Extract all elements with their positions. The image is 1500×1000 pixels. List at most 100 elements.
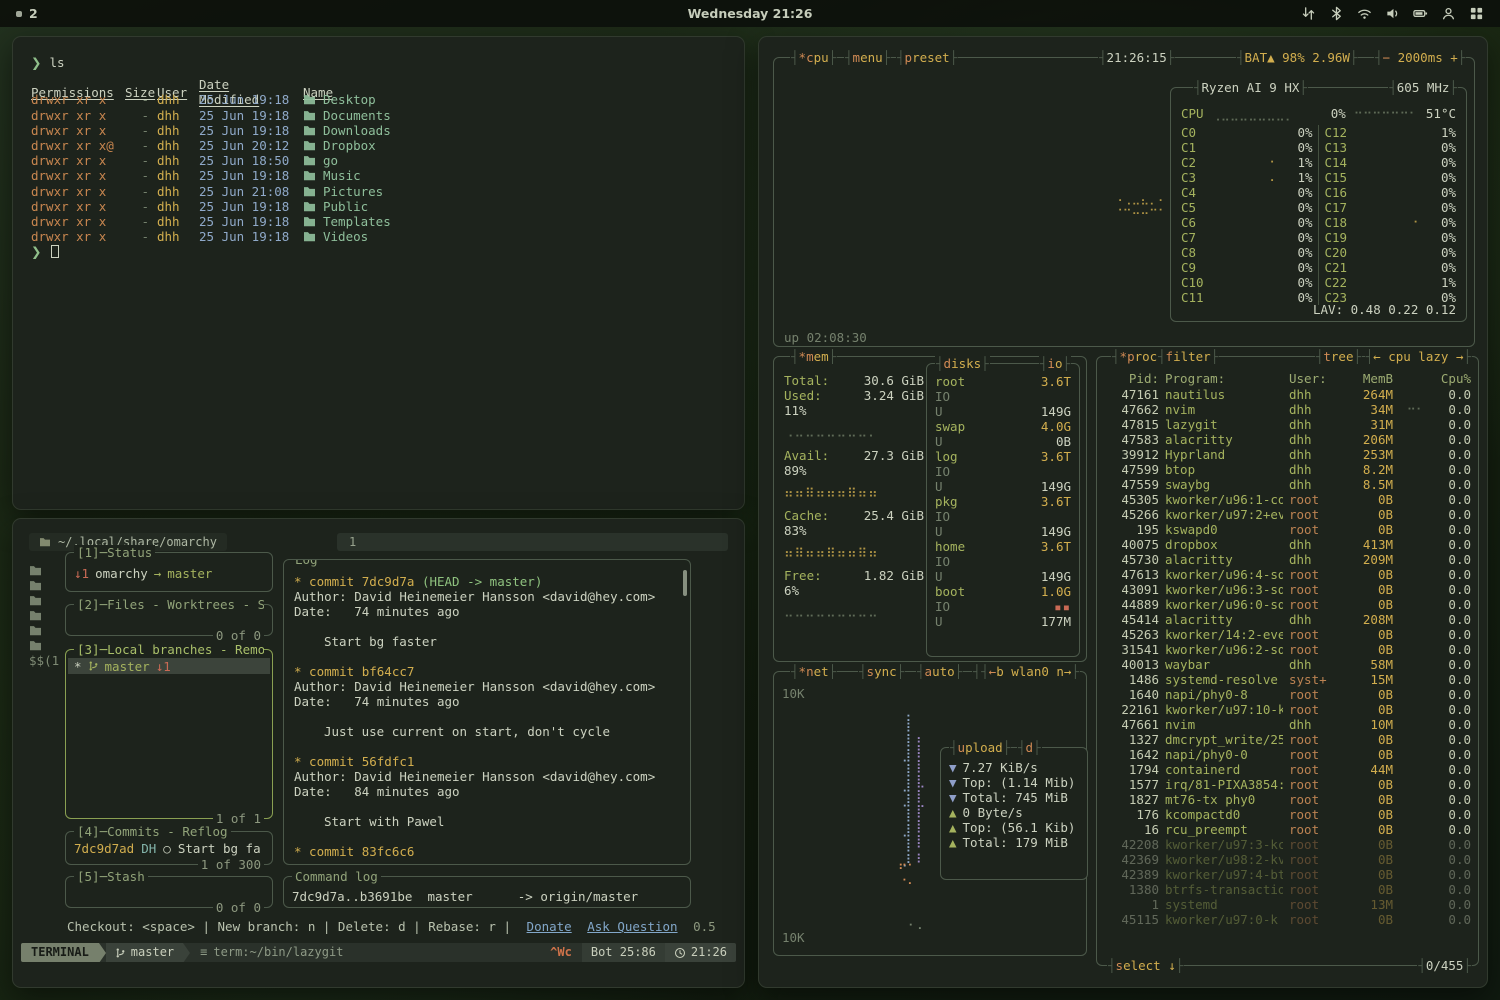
- status-panel[interactable]: [1]─Status ↓1 omarchy → master: [65, 552, 273, 592]
- process-row[interactable]: 45305 kworker/u96:1-co root 0B 0.0: [1097, 492, 1478, 507]
- process-row[interactable]: 1794 containerd root 44M 0.0: [1097, 762, 1478, 777]
- disks-title[interactable]: ┤disks├: [935, 356, 990, 371]
- process-row[interactable]: 22161 kworker/u97:10-k root 0B 0.0: [1097, 702, 1478, 717]
- file-name-cell: Downloads: [303, 123, 730, 138]
- sort-selector[interactable]: ┤← cpu lazy →├: [1365, 349, 1472, 364]
- process-row[interactable]: 45115 kworker/u97:0-k root 0B 0.0: [1097, 912, 1478, 927]
- net-panel-title[interactable]: ┤*net├: [790, 664, 837, 679]
- process-row[interactable]: 45414 alacritty dhh 208M 0.0: [1097, 612, 1478, 627]
- terminal-ls-window[interactable]: ❯ls Permissions Size User Date Modified …: [12, 36, 745, 510]
- process-row[interactable]: 45263 kworker/14:2-eve root 0B 0.0: [1097, 627, 1478, 642]
- wifi-icon[interactable]: [1357, 6, 1372, 21]
- process-user: root: [1289, 567, 1341, 582]
- process-row[interactable]: 1486 systemd-resolve syst+ 15M 0.0: [1097, 672, 1478, 687]
- process-row[interactable]: 1380 btrfs-transactio root 0B 0.0: [1097, 882, 1478, 897]
- select-hint[interactable]: ┤select ↓├: [1107, 958, 1184, 973]
- process-row[interactable]: 47559 swaybg dhh 8.5M 0.0: [1097, 477, 1478, 492]
- update-interval-control[interactable]: ┤− 2000ms +├: [1374, 50, 1466, 65]
- command-log-panel[interactable]: Command log 7dc9d7a..b3691be master -> o…: [283, 876, 691, 908]
- stash-panel[interactable]: [5]─Stash 0 of 0: [65, 876, 273, 908]
- process-row[interactable]: 44889 kworker/u96:0-sd root 0B 0.0: [1097, 597, 1478, 612]
- file-row: drwxr xr x - dhh 25 Jun 19:18 Documents: [31, 108, 730, 123]
- file-tree-sidebar[interactable]: $$(1: [29, 563, 63, 668]
- process-row[interactable]: 176 kcompactd0 root 0B 0.0: [1097, 807, 1478, 822]
- process-header-row: Pid: Program: User: MemB Cpu%: [1097, 371, 1478, 386]
- tab-1[interactable]: 1: [349, 535, 356, 550]
- ask-question-link[interactable]: Ask Question: [587, 919, 677, 934]
- process-row[interactable]: 45730 alacritty dhh 209M 0.0: [1097, 552, 1478, 567]
- process-pid: 43091: [1107, 582, 1159, 597]
- net-interface-selector[interactable]: ┤←b wlan0 n→├: [980, 664, 1080, 679]
- lazygit-window[interactable]: ~/.local/share/omarchy 1 $$(1 [1]─Status…: [12, 518, 745, 988]
- core-label: C1: [1181, 140, 1211, 155]
- net-upload-graph: ⡄ ⡇ ⡇ ⣇ ⡇ ⡏ ⡇ ⡇ ⡆: [916, 728, 925, 863]
- battery-icon[interactable]: [1413, 6, 1428, 21]
- process-row[interactable]: 1327 dmcrypt_write/25 root 0B 0.0: [1097, 732, 1478, 747]
- branches-panel[interactable]: [3]─Local branches - Remo * master ↓1 1 …: [65, 649, 273, 819]
- cpu-panel-title[interactable]: ┤*cpu├: [790, 50, 837, 65]
- core-percent: 0%: [1279, 230, 1313, 245]
- process-pid: 1827: [1107, 792, 1159, 807]
- log-panel[interactable]: Log * commit 7dc9d7a (HEAD -> master) Au…: [283, 559, 691, 865]
- process-row[interactable]: 1827 mt76-tx phy0 root 0B 0.0: [1097, 792, 1478, 807]
- process-row[interactable]: 40013 waybar dhh 58M 0.0: [1097, 657, 1478, 672]
- process-row[interactable]: 40075 dropbox dhh 413M 0.0: [1097, 537, 1478, 552]
- files-panel[interactable]: [2]─Files - Worktrees - S 0 of 0: [65, 604, 273, 636]
- process-row[interactable]: 42369 kworker/u98:2-kv root 0B 0.0: [1097, 852, 1478, 867]
- net-auto-toggle[interactable]: ┤auto├: [916, 664, 963, 679]
- net-sync-toggle[interactable]: ┤sync├: [858, 664, 905, 679]
- process-row[interactable]: 47613 kworker/u96:4-sd root 0B 0.0: [1097, 567, 1478, 582]
- process-row[interactable]: 47815 lazygit dhh 31M 0.0: [1097, 417, 1478, 432]
- process-row[interactable]: 47161 nautilus dhh 264M 0.0: [1097, 387, 1478, 402]
- process-row[interactable]: 1 systemd root 13M 0.0: [1097, 897, 1478, 912]
- menu-button[interactable]: ┤menu├: [844, 50, 891, 65]
- filter-button[interactable]: ┤filter├: [1157, 349, 1219, 364]
- commit-header-line: * commit bf64cc7: [284, 664, 690, 679]
- core-label: C7: [1181, 230, 1211, 245]
- direction-arrow: ▲: [949, 805, 957, 820]
- process-row[interactable]: 195 kswapd0 root 0B 0.0: [1097, 522, 1478, 537]
- col-cpu: Cpu%: [1431, 371, 1471, 386]
- process-row[interactable]: 1640 napi/phy0-8 root 0B 0.0: [1097, 687, 1478, 702]
- commit-date-line: Date: 74 minutes ago: [284, 604, 690, 619]
- volume-icon[interactable]: [1385, 6, 1400, 21]
- log-scrollbar[interactable]: [683, 570, 687, 596]
- bluetooth-icon[interactable]: [1329, 6, 1344, 21]
- account-icon[interactable]: [1441, 6, 1456, 21]
- core-percent: 0%: [1422, 155, 1456, 170]
- process-row[interactable]: 47662 nvim dhh 34M ⠒⠂ 0.0: [1097, 402, 1478, 417]
- process-row[interactable]: 45266 kworker/u97:2+ev root 0B 0.0: [1097, 507, 1478, 522]
- tab-strip[interactable]: 1: [337, 533, 728, 551]
- process-row[interactable]: 16 rcu_preempt root 0B 0.0: [1097, 822, 1478, 837]
- process-row[interactable]: 31541 kworker/u96:2-sd root 0B 0.0: [1097, 642, 1478, 657]
- process-row[interactable]: 47661 nvim dhh 10M 0.0: [1097, 717, 1478, 732]
- apps-grid-icon[interactable]: [1469, 6, 1484, 21]
- selected-branch-row[interactable]: * master ↓1: [68, 658, 270, 674]
- process-row[interactable]: 1577 irq/81-PIXA3854: root 0B 0.0: [1097, 777, 1478, 792]
- workspace-indicator[interactable]: 2: [16, 6, 38, 21]
- file-date: 25 Jun 20:12: [199, 138, 295, 153]
- preset-button[interactable]: ┤preset├: [896, 50, 958, 65]
- donate-link[interactable]: Donate: [527, 919, 572, 934]
- process-row[interactable]: 43091 kworker/u96:3-sd root 0B 0.0: [1097, 582, 1478, 597]
- disk-line-label: root: [935, 374, 965, 389]
- mem-panel-title[interactable]: ┤*mem├: [790, 349, 837, 364]
- commits-panel[interactable]: [4]─Commits - Reflog 7dc9d7ad DH ○ Start…: [65, 831, 273, 865]
- process-row[interactable]: 47583 alacritty dhh 206M 0.0: [1097, 432, 1478, 447]
- cpu-total-row: CPU ⢀⣀⣀⣀⣀⣀⣀⣀⡀ 0% ⠒⠒⠒⠒⠒⠒⠂ 51°C: [1181, 106, 1456, 121]
- process-row[interactable]: 1642 napi/phy0-0 root 0B 0.0: [1097, 747, 1478, 762]
- process-user: dhh: [1289, 477, 1341, 492]
- file-owner: dhh: [157, 199, 191, 214]
- updates-icon[interactable]: [1301, 6, 1316, 21]
- tree-toggle[interactable]: ┤tree├: [1315, 349, 1362, 364]
- direction-arrow: ▲: [949, 820, 957, 835]
- process-row[interactable]: 42389 kworker/u97:4-bt root 0B 0.0: [1097, 867, 1478, 882]
- disk-line-label: IO: [935, 554, 950, 569]
- btop-window[interactable]: ┤*cpu├ ┤menu├ ┤preset├ ┤21:26:15├ ┤BAT▲ …: [758, 36, 1488, 988]
- process-cpu: 0.0: [1431, 912, 1471, 927]
- detail-key[interactable]: ┤d├: [1017, 740, 1042, 755]
- io-toggle[interactable]: ┤io├: [1039, 356, 1071, 371]
- process-row[interactable]: 39912 Hyprland dhh 253M 0.0: [1097, 447, 1478, 462]
- process-row[interactable]: 42208 kworker/u97:3-kc root 0B 0.0: [1097, 837, 1478, 852]
- process-row[interactable]: 47599 btop dhh 8.2M 0.0: [1097, 462, 1478, 477]
